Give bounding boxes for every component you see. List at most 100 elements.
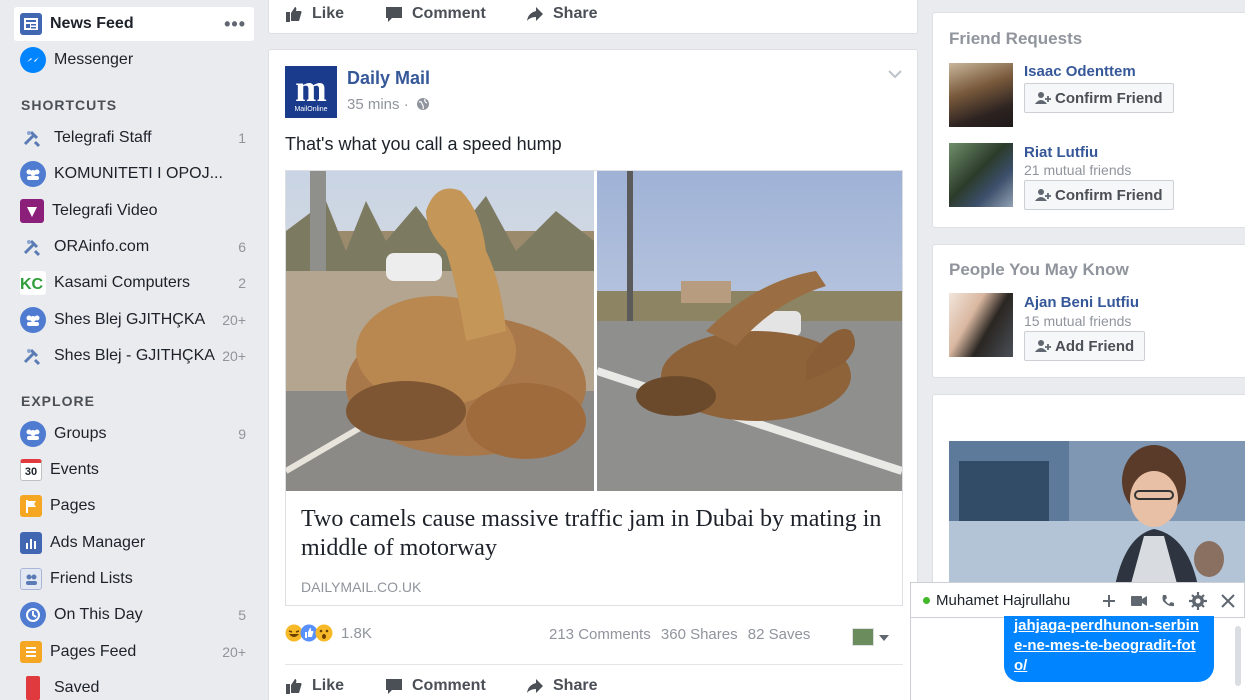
pages-feed-icon bbox=[20, 641, 42, 663]
shortcut-count: 2 bbox=[238, 275, 246, 291]
shares-count[interactable]: 360 Shares bbox=[661, 626, 738, 643]
reactions-summary[interactable]: 1.8K bbox=[285, 624, 372, 642]
chat-message-bubble[interactable]: jahjaga-perdhunon-serbine-ne-mes-te-beog… bbox=[1004, 616, 1214, 682]
shortcut-item[interactable]: KOMUNITETI I OPOJ... bbox=[14, 157, 254, 191]
share-button[interactable]: Share bbox=[526, 677, 597, 695]
explore-item-ads-manager[interactable]: Ads Manager bbox=[14, 526, 254, 560]
shortcut-item[interactable]: Telegrafi Staff 1 bbox=[14, 121, 254, 155]
add-people-icon[interactable] bbox=[1101, 593, 1117, 609]
shortcut-label: Telegrafi Staff bbox=[54, 129, 152, 146]
friend-name[interactable]: Isaac Odenttem bbox=[1024, 63, 1136, 80]
link-preview-image[interactable] bbox=[286, 171, 902, 491]
mutual-friends[interactable]: 15 mutual friends bbox=[1024, 313, 1131, 329]
explore-count: 20+ bbox=[222, 644, 246, 660]
like-button[interactable]: Like bbox=[285, 5, 344, 23]
like-button[interactable]: Like bbox=[285, 677, 344, 695]
ad-photo bbox=[949, 441, 1245, 591]
friend-avatar[interactable] bbox=[949, 143, 1013, 207]
phone-icon[interactable] bbox=[1160, 593, 1176, 609]
calendar-icon: 30 bbox=[20, 459, 42, 481]
shortcut-label: Shes Blej - GJITHÇKA bbox=[54, 347, 215, 364]
shortcuts-heading: SHORTCUTS bbox=[21, 97, 118, 113]
reaction-count: 1.8K bbox=[341, 624, 372, 642]
gear-icon[interactable] bbox=[1189, 592, 1207, 610]
comment-icon bbox=[386, 679, 402, 694]
video-camera-icon[interactable] bbox=[1130, 594, 1148, 608]
clock-history-icon bbox=[20, 602, 46, 628]
comments-count[interactable]: 213 Comments bbox=[549, 626, 651, 643]
nav-messenger[interactable]: Messenger bbox=[14, 43, 254, 77]
chat-header[interactable]: Muhamet Hajrullahu bbox=[910, 582, 1245, 618]
viewer-avatar[interactable] bbox=[852, 628, 874, 646]
link-preview[interactable]: Two camels cause massive traffic jam in … bbox=[285, 170, 903, 606]
link-domain: DAILYMAIL.CO.UK bbox=[301, 579, 422, 595]
nav-news-feed-label: News Feed bbox=[50, 15, 134, 32]
shortcut-item[interactable]: Shes Blej GJITHÇKA 20+ bbox=[14, 303, 254, 337]
people-you-may-know-card: People You May Know Ajan Beni Lutfiu 15 … bbox=[932, 244, 1245, 378]
explore-item-pages-feed[interactable]: Pages Feed 20+ bbox=[14, 635, 254, 669]
shortcut-item[interactable]: Shes Blej - GJITHÇKA 20+ bbox=[14, 339, 254, 373]
confirm-friend-button[interactable]: Confirm Friend bbox=[1024, 83, 1174, 113]
add-friend-button[interactable]: Add Friend bbox=[1024, 331, 1146, 361]
close-icon[interactable] bbox=[1220, 593, 1236, 609]
confirm-friend-button[interactable]: Confirm Friend bbox=[1024, 180, 1174, 210]
ad-image[interactable] bbox=[949, 441, 1245, 591]
daily-mail-logo[interactable]: m MailOnline bbox=[285, 66, 337, 118]
more-options-icon[interactable]: ••• bbox=[224, 14, 246, 35]
page-name-link[interactable]: Daily Mail bbox=[347, 68, 430, 89]
friend-requests-heading[interactable]: Friend Requests bbox=[949, 29, 1082, 49]
chevron-down-icon[interactable] bbox=[887, 68, 903, 80]
left-sidebar: News Feed ••• Messenger SHORTCUTS Telegr… bbox=[0, 0, 262, 700]
person-name[interactable]: Ajan Beni Lutfiu bbox=[1024, 294, 1139, 311]
share-icon bbox=[527, 7, 543, 21]
shes-blej-satellite-icon bbox=[20, 343, 46, 369]
thumbs-up-icon bbox=[286, 7, 302, 22]
saves-count[interactable]: 82 Saves bbox=[748, 626, 811, 643]
thumbs-up-icon bbox=[286, 679, 302, 694]
divider bbox=[285, 664, 903, 665]
explore-item-saved[interactable]: Saved bbox=[14, 671, 254, 700]
like-label: Like bbox=[312, 5, 345, 22]
add-friend-icon bbox=[1035, 340, 1051, 352]
bar-chart-icon bbox=[20, 532, 42, 554]
share-button[interactable]: Share bbox=[526, 5, 597, 23]
friend-avatar[interactable] bbox=[949, 63, 1013, 127]
flag-icon bbox=[20, 495, 42, 517]
link-title[interactable]: Two camels cause massive traffic jam in … bbox=[301, 505, 891, 563]
mutual-friends[interactable]: 21 mutual friends bbox=[1024, 162, 1131, 178]
person-avatar[interactable] bbox=[949, 293, 1013, 357]
shortcut-item[interactable]: ORAinfo.com 6 bbox=[14, 230, 254, 264]
shortcut-item[interactable]: KC Kasami Computers 2 bbox=[14, 266, 254, 300]
explore-heading: EXPLORE bbox=[21, 393, 95, 409]
share-label: Share bbox=[553, 5, 598, 22]
chat-scrollbar[interactable] bbox=[1235, 626, 1241, 686]
shortcut-item[interactable]: Telegrafi Video bbox=[14, 194, 254, 228]
engagement-counts: 213 Comments 360 Shares 82 Saves bbox=[549, 626, 810, 643]
comment-button[interactable]: Comment bbox=[385, 677, 486, 695]
explore-item-on-this-day[interactable]: On This Day 5 bbox=[14, 598, 254, 632]
explore-item-events[interactable]: 30 Events bbox=[14, 453, 254, 487]
messenger-icon bbox=[20, 47, 46, 73]
explore-label: Friend Lists bbox=[50, 570, 133, 587]
friend-requests-card: Friend Requests Isaac Odenttem Confirm F… bbox=[932, 12, 1245, 228]
friend-name[interactable]: Riat Lutfiu bbox=[1024, 144, 1098, 161]
shortcut-count: 1 bbox=[238, 130, 246, 146]
chat-message-link[interactable]: jahjaga-perdhunon-serbine-ne-mes-te-beog… bbox=[1014, 616, 1204, 676]
add-friend-icon bbox=[1035, 189, 1051, 201]
caret-down-icon[interactable] bbox=[878, 634, 890, 642]
explore-item-groups[interactable]: Groups 9 bbox=[14, 417, 254, 451]
pymk-heading[interactable]: People You May Know bbox=[949, 260, 1129, 280]
comment-button[interactable]: Comment bbox=[385, 5, 486, 23]
confirm-friend-label: Confirm Friend bbox=[1055, 89, 1163, 107]
post-text: That's what you call a speed hump bbox=[285, 134, 562, 154]
explore-item-friend-lists[interactable]: Friend Lists bbox=[14, 562, 254, 596]
shortcut-label: Shes Blej GJITHÇKA bbox=[54, 311, 206, 328]
explore-item-pages[interactable]: Pages bbox=[14, 489, 254, 523]
shortcut-label: ORAinfo.com bbox=[54, 238, 150, 255]
nav-news-feed[interactable]: News Feed ••• bbox=[14, 7, 254, 41]
shortcut-count: 6 bbox=[238, 239, 246, 255]
timestamp-text: 35 mins · bbox=[347, 96, 409, 113]
post-timestamp[interactable]: 35 mins · bbox=[347, 96, 430, 113]
online-status-dot bbox=[923, 596, 930, 604]
chat-contact-name[interactable]: Muhamet Hajrullahu bbox=[936, 592, 1070, 609]
